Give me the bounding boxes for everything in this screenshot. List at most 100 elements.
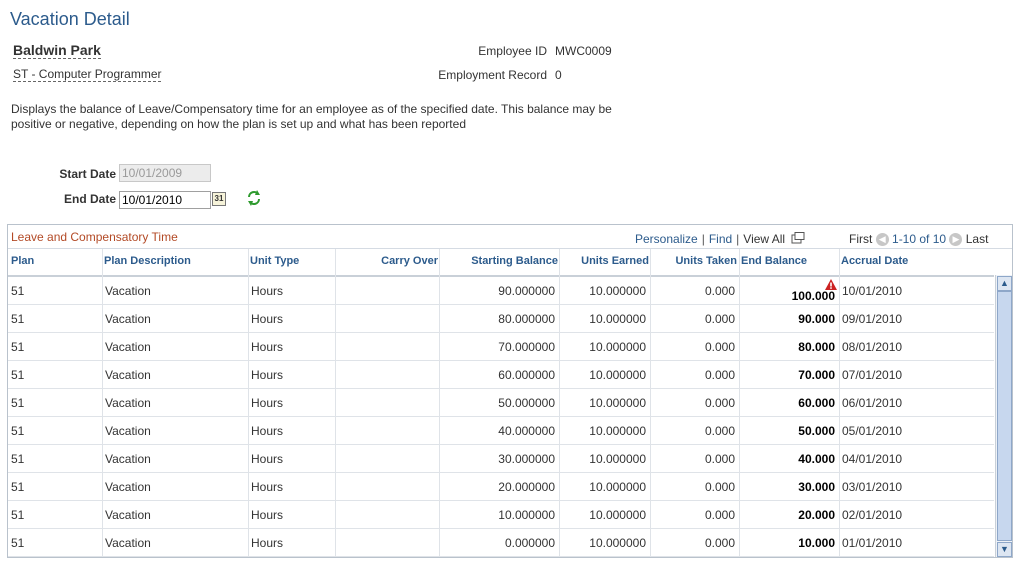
starting-balance-cell: 40.000000	[498, 424, 555, 438]
accrual-date-cell: 02/01/2010	[842, 508, 903, 522]
units-taken-cell: 0.000	[704, 424, 735, 438]
carry-over-cell	[335, 417, 439, 445]
carry-over-cell	[335, 473, 439, 501]
calendar-icon[interactable]: 31	[212, 192, 226, 206]
col-header-plan[interactable]: Plan	[11, 250, 34, 275]
end-balance-cell: 20.000	[798, 508, 835, 522]
carry-over-cell	[335, 361, 439, 389]
job-title: ST - Computer Programmer	[13, 67, 162, 82]
plan-description-cell: Vacation	[105, 536, 151, 550]
scroll-thumb[interactable]	[997, 291, 1012, 541]
units-taken-cell: 0.000	[704, 312, 735, 326]
units-earned-cell: 10.000000	[589, 536, 646, 550]
end-balance-cell: 90.000	[798, 312, 835, 326]
personalize-link[interactable]: Personalize	[635, 232, 698, 246]
end-balance-cell: 100.000	[791, 289, 835, 303]
employment-record-value: 0	[555, 68, 562, 82]
units-earned-cell: 10.000000	[589, 452, 646, 466]
plan-cell: 51	[11, 312, 25, 326]
units-earned-cell: 10.000000	[589, 340, 646, 354]
next-icon[interactable]: ▶	[949, 233, 963, 247]
view-all-link[interactable]: View All	[743, 232, 785, 246]
start-date-input	[119, 164, 211, 182]
carry-over-cell	[335, 305, 439, 333]
page-description: Displays the balance of Leave/Compensato…	[11, 102, 612, 131]
accrual-date-cell: 03/01/2010	[842, 480, 903, 494]
page-title: Vacation Detail	[10, 9, 130, 29]
last-link[interactable]: Last	[966, 232, 989, 246]
end-balance-cell: 10.000	[798, 536, 835, 550]
plan-cell: 51	[11, 368, 25, 382]
plan-cell: 51	[11, 536, 25, 550]
grid-pagination: First ◀ 1-10 of 10 ▶ Last	[849, 232, 989, 247]
grid-title: Leave and Compensatory Time	[11, 230, 178, 244]
warning-icon	[825, 279, 837, 290]
starting-balance-cell: 80.000000	[498, 312, 555, 326]
units-earned-cell: 10.000000	[589, 480, 646, 494]
scroll-down-icon[interactable]: ▼	[997, 542, 1012, 557]
starting-balance-cell: 70.000000	[498, 340, 555, 354]
unit-type-cell: Hours	[251, 508, 284, 522]
units-taken-cell: 0.000	[704, 508, 735, 522]
vertical-scrollbar[interactable]: ▲ ▼	[995, 275, 1012, 557]
col-header-end-balance[interactable]: End Balance	[741, 250, 807, 275]
unit-type-cell: Hours	[251, 284, 284, 298]
accrual-date-cell: 05/01/2010	[842, 424, 903, 438]
end-balance-cell: 80.000	[798, 340, 835, 354]
end-balance-cell: 30.000	[798, 480, 835, 494]
units-earned-cell: 10.000000	[589, 424, 646, 438]
accrual-date-cell: 06/01/2010	[842, 396, 903, 410]
end-date-label: End Date	[63, 192, 116, 206]
table-row: 51 Vacation Hours 0.000000 10.000000 0.000 10.…	[8, 529, 994, 557]
plan-cell: 51	[11, 396, 25, 410]
units-earned-cell: 10.000000	[589, 396, 646, 410]
units-earned-cell: 10.000000	[589, 508, 646, 522]
carry-over-cell	[335, 333, 439, 361]
col-header-accrual-date[interactable]: Accrual Date	[841, 250, 908, 275]
units-taken-cell: 0.000	[704, 452, 735, 466]
col-header-plan-description[interactable]: Plan Description	[104, 250, 191, 275]
col-header-starting-balance[interactable]: Starting Balance	[440, 250, 558, 275]
starting-balance-cell: 30.000000	[498, 452, 555, 466]
end-balance-cell: 40.000	[798, 452, 835, 466]
grid-nav-links: Personalize | Find | View All	[635, 232, 805, 246]
carry-over-cell	[335, 529, 439, 557]
units-earned-cell: 10.000000	[589, 368, 646, 382]
refresh-icon[interactable]	[245, 189, 263, 207]
unit-type-cell: Hours	[251, 480, 284, 494]
plan-description-cell: Vacation	[105, 368, 151, 382]
accrual-date-cell: 08/01/2010	[842, 340, 903, 354]
accrual-date-cell: 01/01/2010	[842, 536, 903, 550]
plan-cell: 51	[11, 480, 25, 494]
find-link[interactable]: Find	[709, 232, 732, 246]
table-row: 51 Vacation Hours 90.000000 10.000000 0.000 10…	[8, 277, 994, 305]
unit-type-cell: Hours	[251, 424, 284, 438]
plan-description-cell: Vacation	[105, 396, 151, 410]
table-row: 51 Vacation Hours 20.000000 10.000000 0.000 30…	[8, 473, 994, 501]
units-taken-cell: 0.000	[704, 536, 735, 550]
end-balance-cell: 50.000	[798, 424, 835, 438]
first-link[interactable]: First	[849, 232, 872, 246]
col-header-units-earned[interactable]: Units Earned	[560, 250, 649, 275]
end-date-input[interactable]	[119, 191, 211, 209]
row-range: 1-10 of 10	[892, 232, 947, 246]
plan-cell: 51	[11, 508, 25, 522]
col-header-units-taken[interactable]: Units Taken	[651, 250, 737, 275]
plan-description-cell: Vacation	[105, 424, 151, 438]
scroll-up-icon[interactable]: ▲	[997, 276, 1012, 291]
employment-record-label: Employment Record	[438, 68, 547, 82]
unit-type-cell: Hours	[251, 312, 284, 326]
units-taken-cell: 0.000	[704, 284, 735, 298]
table-row: 51 Vacation Hours 10.000000 10.000000 0.000 20…	[8, 501, 994, 529]
carry-over-cell	[335, 501, 439, 529]
new-window-icon[interactable]	[791, 232, 805, 244]
col-header-carry-over[interactable]: Carry Over	[336, 250, 438, 275]
carry-over-cell	[335, 277, 439, 305]
col-header-unit-type[interactable]: Unit Type	[250, 250, 299, 275]
table-row: 51 Vacation Hours 60.000000 10.000000 0.000 70…	[8, 361, 994, 389]
units-earned-cell: 10.000000	[589, 284, 646, 298]
unit-type-cell: Hours	[251, 536, 284, 550]
table-row: 51 Vacation Hours 70.000000 10.000000 0.000 80…	[8, 333, 994, 361]
previous-icon[interactable]: ◀	[875, 233, 889, 247]
carry-over-cell	[335, 445, 439, 473]
